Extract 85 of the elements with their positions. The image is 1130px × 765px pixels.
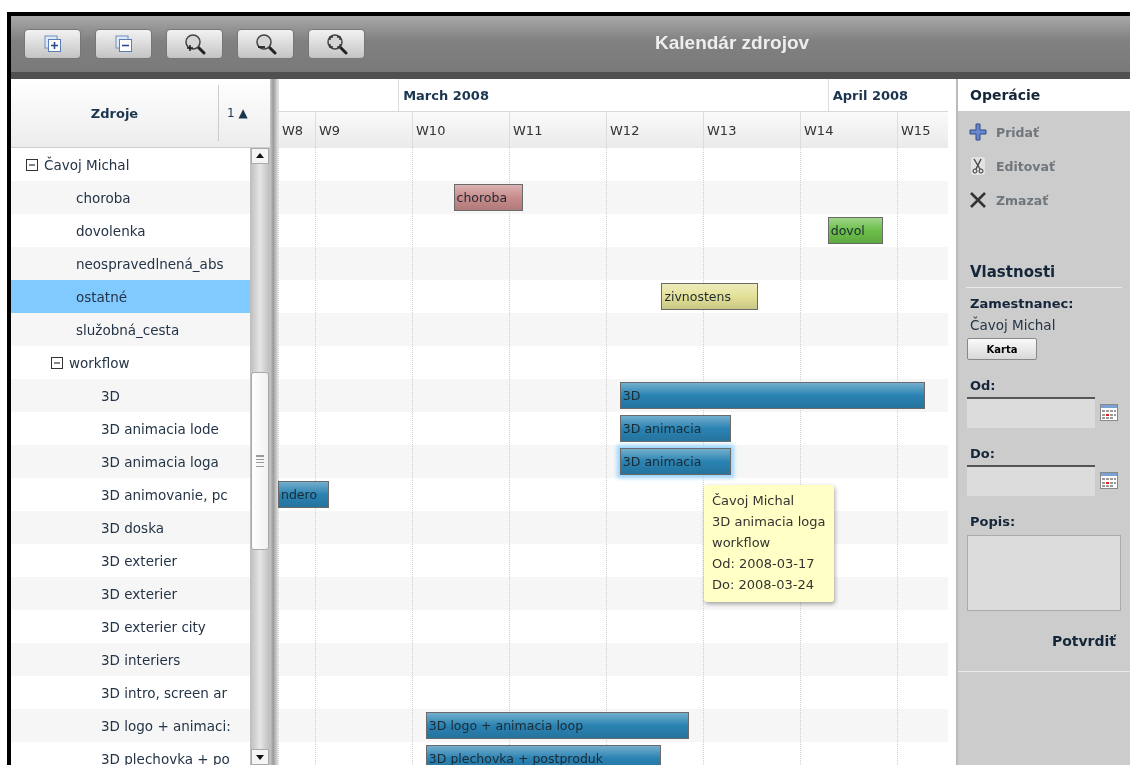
- task-bar[interactable]: 3D animacia: [619, 415, 731, 442]
- close-icon: [968, 190, 988, 210]
- resource-name: 3D exterier: [101, 552, 178, 569]
- month-label: April 2008: [832, 87, 909, 103]
- resource-row[interactable]: neospravedlnená_abs: [11, 247, 250, 280]
- calendar-icon[interactable]: [1100, 404, 1118, 421]
- week-label: W11: [513, 122, 543, 138]
- field-label: Zamestnanec:: [970, 296, 1075, 311]
- resource-name: 3D animacia loga: [101, 453, 219, 470]
- zoom-out-icon: [254, 33, 277, 55]
- collapse-all-button[interactable]: [95, 29, 152, 59]
- date-field[interactable]: [967, 465, 1095, 496]
- task-bar[interactable]: choroba: [453, 184, 523, 211]
- resource-name: 3D animovanie, pc: [101, 486, 228, 503]
- description-field[interactable]: [967, 535, 1121, 611]
- resource-name: Čavoj Michal: [44, 156, 130, 173]
- week-label: W13: [707, 122, 737, 138]
- week-label: W15: [901, 122, 931, 138]
- scroll-up-icon[interactable]: [251, 148, 269, 164]
- week-label: W8: [282, 122, 304, 138]
- zoom-fit-icon: [325, 33, 348, 55]
- week-label: W12: [610, 122, 640, 138]
- week-label: W9: [319, 122, 341, 138]
- confirm-button[interactable]: Potvrdiť: [1047, 629, 1120, 653]
- calendar-icon[interactable]: [1100, 472, 1118, 489]
- collapse-icon[interactable]: [51, 356, 63, 369]
- scrollbar[interactable]: [250, 148, 270, 765]
- field-label: Do:: [970, 446, 996, 461]
- zoom-fit-button[interactable]: [308, 29, 365, 59]
- resource-name: 3D exterier: [101, 585, 178, 602]
- resource-name: dovolenka: [76, 222, 146, 239]
- zoom-in-icon: [183, 33, 206, 55]
- card-button[interactable]: Karta: [967, 338, 1037, 360]
- minus-box-icon: [114, 35, 133, 53]
- resource-name: 3D: [101, 387, 120, 404]
- employee-name: Čavoj Michal: [970, 317, 1057, 333]
- task-bar[interactable]: 3D animacia: [619, 448, 731, 475]
- resource-name: 3D interiers: [101, 651, 181, 668]
- resource-name: workflow: [69, 354, 130, 371]
- week-label: W10: [416, 122, 446, 138]
- scissors-icon: [968, 156, 988, 176]
- resource-row[interactable]: 3D interiers: [11, 643, 250, 676]
- scroll-down-icon[interactable]: [251, 749, 269, 765]
- tooltip-line: workflow: [712, 534, 772, 552]
- plus-box-icon: [43, 35, 62, 53]
- plus-icon: [968, 122, 988, 142]
- resource-name: choroba: [76, 189, 131, 206]
- resource-name: služobná_cesta: [76, 321, 180, 338]
- zoom-out-button[interactable]: [237, 29, 294, 59]
- expand-all-button[interactable]: [24, 29, 81, 59]
- section-header: Operácie: [958, 79, 1130, 111]
- zoom-in-button[interactable]: [166, 29, 223, 59]
- resource-row[interactable]: choroba: [11, 181, 250, 214]
- scroll-thumb[interactable]: [251, 372, 269, 550]
- resource-name: 3D exterier city: [101, 618, 206, 635]
- resource-row[interactable]: služobná_cesta: [11, 313, 250, 346]
- tooltip-line: 3D animacia loga: [712, 513, 826, 531]
- task-bar[interactable]: 3D: [619, 382, 925, 409]
- sort-column-header[interactable]: 1 ▲: [219, 79, 270, 147]
- resource-row[interactable]: 3D: [11, 379, 250, 412]
- date-field[interactable]: [967, 397, 1095, 428]
- field-label: Od:: [970, 378, 997, 393]
- field-label: Popis:: [970, 514, 1017, 529]
- resource-name: neospravedlnená_abs: [76, 255, 224, 272]
- tooltip-line: Od: 2008-03-17: [712, 555, 816, 573]
- collapse-icon[interactable]: [26, 158, 38, 171]
- column-header[interactable]: Zdroje: [11, 85, 219, 141]
- month-label: March 2008: [403, 87, 489, 103]
- tooltip-line: Čavoj Michal: [712, 492, 796, 510]
- resource-row[interactable]: ostatné: [11, 280, 250, 313]
- resource-name: 3D logo + animaci:: [101, 717, 231, 734]
- resource-row[interactable]: 3D animacia loga: [11, 445, 250, 478]
- window-title: Kalendár zdrojov: [655, 32, 810, 54]
- resource-row[interactable]: 3D exterier: [11, 577, 250, 610]
- week-label: W14: [804, 122, 834, 138]
- resource-name: 3D intro, screen ar: [101, 684, 227, 701]
- resource-name: 3D animacia lode: [101, 420, 219, 437]
- tooltip-line: Do: 2008-03-24: [712, 576, 816, 594]
- resource-row[interactable]: 3D doska: [11, 511, 250, 544]
- task-bar[interactable]: dovol: [827, 217, 884, 244]
- section-header: Vlastnosti: [966, 263, 1122, 288]
- task-bar[interactable]: zivnostens: [661, 283, 759, 310]
- resource-name: 3D doska: [101, 519, 164, 536]
- resource-row[interactable]: 3D logo + animaci:: [11, 709, 250, 742]
- resource-name: ostatné: [76, 288, 127, 305]
